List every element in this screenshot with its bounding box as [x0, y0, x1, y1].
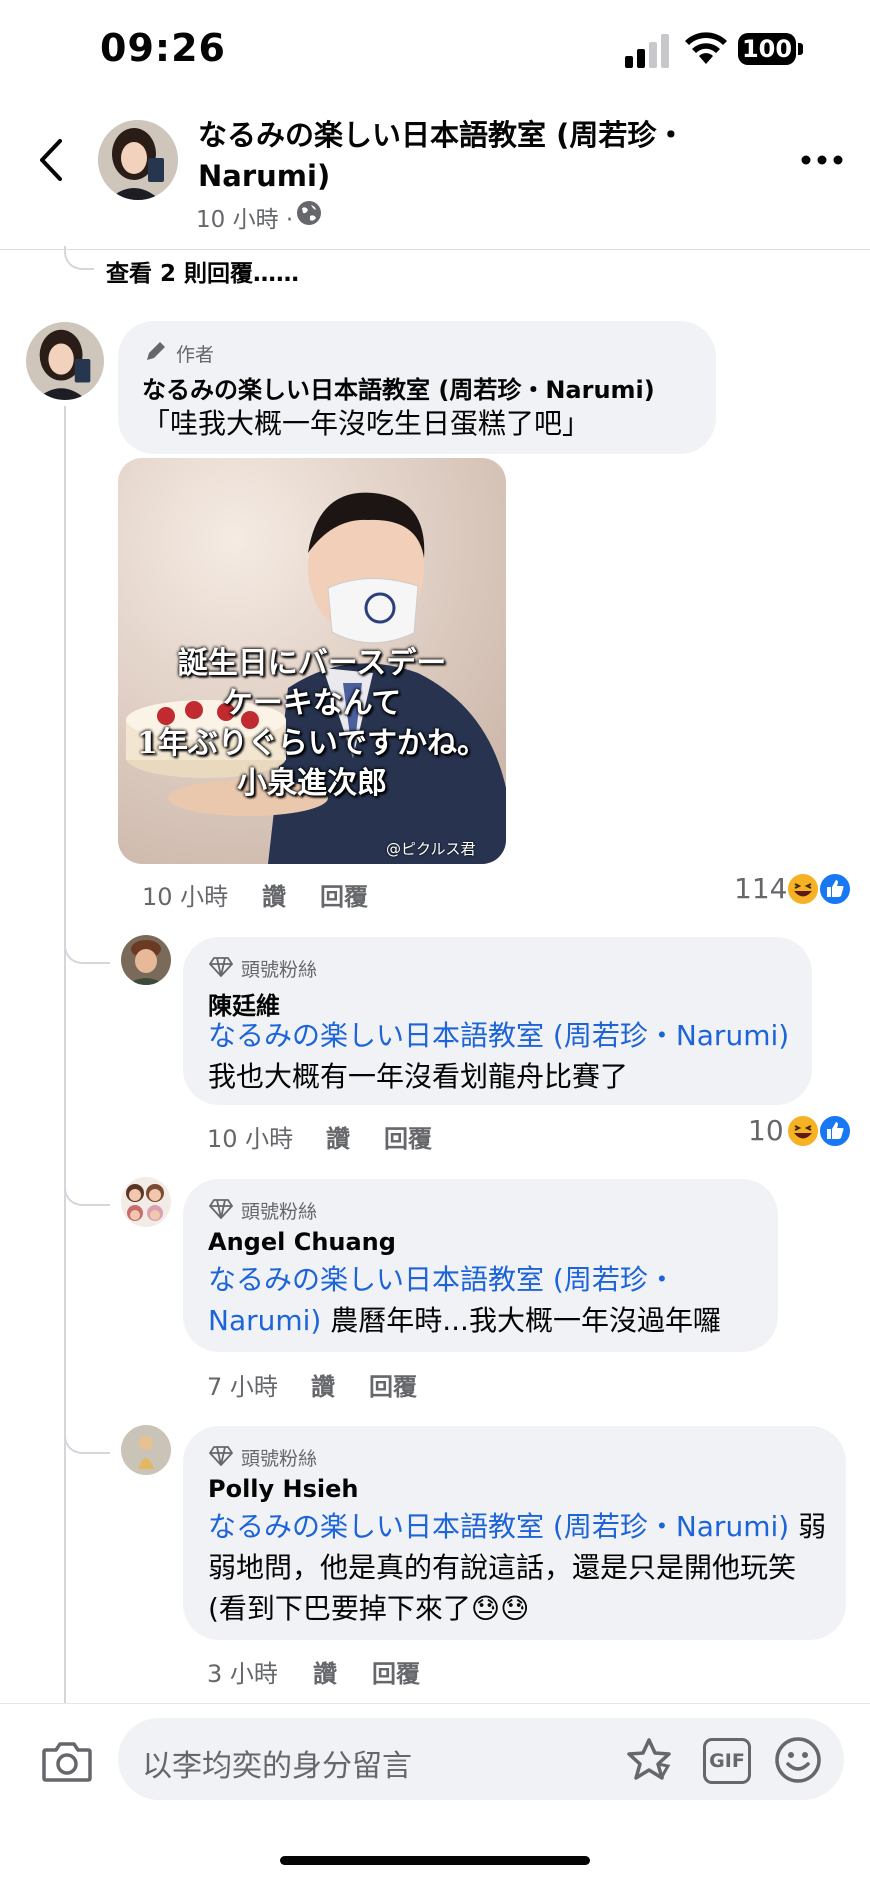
- reaction-count[interactable]: 10: [748, 1114, 784, 1147]
- caption-line-1: 誕生日にバースデー: [177, 646, 447, 681]
- reply-bubble-2[interactable]: 頭號粉絲 Angel Chuang なるみの楽しい日本語教室 (周若珍・Naru…: [183, 1179, 778, 1352]
- composer-divider: [0, 1703, 870, 1704]
- reply-button[interactable]: 回覆: [384, 1119, 432, 1154]
- emoji-icon[interactable]: [774, 1736, 822, 1784]
- mention-link[interactable]: なるみの楽しい日本語教室 (周若珍・Narumi): [208, 1019, 789, 1052]
- reply-text: 農曆年時...我大概一年沒過年囉: [330, 1304, 721, 1337]
- diamond-icon: [209, 957, 233, 977]
- comment-image[interactable]: 誕生日にバースデー ケーキなんて 1年ぶりぐらいですかね。 小泉進次郎 @ピクル…: [118, 458, 506, 864]
- image-watermark: @ピクルス君: [386, 840, 476, 858]
- like-button[interactable]: 讚: [313, 1654, 337, 1689]
- page-avatar[interactable]: [98, 120, 178, 200]
- comment-time: 10 小時: [142, 883, 229, 911]
- public-globe-icon: [297, 201, 321, 225]
- battery-indicator: 100: [738, 33, 796, 65]
- reply-button[interactable]: 回覆: [320, 877, 368, 912]
- camera-icon[interactable]: [42, 1740, 92, 1782]
- reaction-count[interactable]: 114: [734, 872, 787, 905]
- caption-line-3: 1年ぶりぐらいですかね。: [137, 726, 487, 761]
- haha-reaction-icon: [786, 1114, 820, 1148]
- battery-nub: [798, 43, 803, 55]
- reply-author-name[interactable]: Polly Hsieh: [208, 1475, 359, 1503]
- like-button[interactable]: 讚: [311, 1367, 335, 1402]
- mention-link[interactable]: なるみの楽しい日本語教室 (周若珍・Narumi): [208, 1510, 789, 1543]
- haha-reaction-icon: [786, 872, 820, 906]
- reply-author-name[interactable]: Angel Chuang: [208, 1228, 396, 1256]
- comment-author-avatar[interactable]: [26, 322, 104, 400]
- like-reaction-icon: [818, 1114, 852, 1148]
- reply-bubble-1[interactable]: 頭號粉絲 陳廷維 なるみの楽しい日本語教室 (周若珍・Narumi) 我也大概有…: [183, 937, 812, 1105]
- thread-connector: [64, 246, 94, 270]
- top-fan-badge: 頭號粉絲: [241, 1201, 318, 1223]
- view-more-replies[interactable]: 查看 2 則回覆……: [106, 254, 299, 288]
- diamond-icon: [209, 1199, 233, 1219]
- like-button[interactable]: 讚: [262, 877, 286, 912]
- post-meta: 10 小時 ·: [196, 207, 294, 233]
- back-arrow-icon[interactable]: [32, 135, 72, 185]
- comment-input-placeholder: 以李均奕的身分留言: [142, 1749, 412, 1784]
- pencil-icon: [147, 342, 165, 360]
- comment-author-name[interactable]: なるみの楽しい日本語教室 (周若珍・Narumi): [142, 370, 655, 405]
- reply-thread-line: [64, 406, 66, 1706]
- reply-time: 3 小時: [207, 1660, 278, 1688]
- like-button[interactable]: 讚: [326, 1119, 350, 1154]
- reply-avatar-1[interactable]: [121, 935, 171, 985]
- like-reaction-icon: [818, 872, 852, 906]
- reply-connector: [64, 1172, 110, 1206]
- reply-avatar-2[interactable]: [121, 1177, 171, 1227]
- top-fan-badge: 頭號粉絲: [241, 959, 318, 981]
- header-divider: [0, 249, 870, 250]
- reply-connector: [64, 1420, 110, 1454]
- diamond-icon: [209, 1446, 233, 1466]
- reply-connector: [64, 930, 110, 964]
- status-time: 09:26: [100, 26, 226, 70]
- reply-button[interactable]: 回覆: [372, 1654, 420, 1689]
- wifi-icon: [685, 32, 727, 64]
- top-fan-badge: 頭號粉絲: [241, 1448, 318, 1470]
- page-title[interactable]: なるみの楽しい日本語教室 (周若珍・Narumi): [198, 115, 758, 197]
- comment-text: 「哇我大概一年沒吃生日蛋糕了吧」: [142, 407, 591, 440]
- reply-time: 7 小時: [207, 1373, 278, 1401]
- author-comment-bubble[interactable]: 作者 なるみの楽しい日本語教室 (周若珍・Narumi) 「哇我大概一年沒吃生日…: [118, 321, 716, 454]
- cellular-signal-icon: [625, 34, 669, 68]
- author-badge: 作者: [176, 344, 215, 366]
- caption-line-2: ケーキなんて: [222, 686, 402, 721]
- reply-text: 我也大概有一年沒看划龍舟比賽了: [208, 1060, 629, 1093]
- reply-bubble-3[interactable]: 頭號粉絲 Polly Hsieh なるみの楽しい日本語教室 (周若珍・Narum…: [183, 1426, 846, 1640]
- caption-line-4: 小泉進次郎: [237, 766, 387, 801]
- home-indicator[interactable]: [280, 1856, 590, 1865]
- more-options-icon[interactable]: [800, 145, 844, 175]
- sticker-icon[interactable]: [624, 1736, 674, 1784]
- reply-time: 10 小時: [207, 1125, 294, 1153]
- reply-avatar-3[interactable]: [121, 1425, 171, 1475]
- gif-button[interactable]: GIF: [703, 1738, 751, 1784]
- reply-button[interactable]: 回覆: [369, 1367, 417, 1402]
